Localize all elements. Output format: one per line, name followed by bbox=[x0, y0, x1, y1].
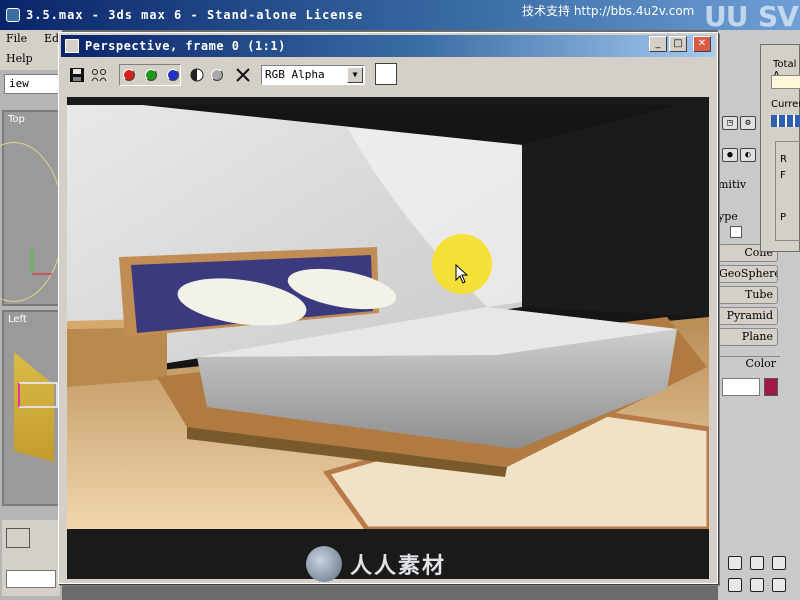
shapes-icon[interactable]: ◐ bbox=[740, 148, 756, 162]
rendered-bedroom-image bbox=[67, 97, 709, 529]
rollout-name-color[interactable]: Color bbox=[718, 356, 780, 370]
rollout-object-type[interactable]: ype bbox=[718, 210, 738, 223]
app-icon[interactable] bbox=[6, 8, 20, 22]
render-window-title-bar[interactable]: Perspective, frame 0 (1:1) bbox=[61, 35, 715, 57]
viewport-left[interactable]: Left bbox=[2, 310, 62, 506]
f-label: F bbox=[780, 170, 786, 181]
tube-button[interactable]: Tube bbox=[718, 286, 778, 304]
menu-help[interactable]: Help bbox=[6, 52, 33, 65]
render-frame-window: Perspective, frame 0 (1:1) _ □ ✕ RGB Alp… bbox=[58, 32, 718, 584]
clear-icon[interactable] bbox=[235, 67, 251, 83]
pixel-color-swatch[interactable] bbox=[375, 63, 397, 85]
maximize-viewport-icon[interactable] bbox=[772, 578, 786, 592]
green-channel-icon[interactable] bbox=[145, 69, 157, 81]
plane-button[interactable]: Plane bbox=[718, 328, 778, 346]
close-button[interactable]: ✕ bbox=[693, 36, 711, 52]
maximize-button[interactable]: □ bbox=[669, 36, 687, 52]
pan-hand-icon[interactable] bbox=[728, 578, 742, 592]
render-toolbar: RGB Alpha ▼ bbox=[61, 59, 715, 89]
monochrome-icon[interactable] bbox=[189, 67, 205, 83]
zoom-region-icon[interactable] bbox=[728, 556, 742, 570]
menu-edit[interactable]: Ed bbox=[44, 32, 59, 45]
render-params-group: R F P bbox=[775, 141, 800, 241]
minimize-button[interactable]: _ bbox=[649, 36, 667, 52]
time-config-icon[interactable] bbox=[6, 528, 30, 548]
zoom-all-icon[interactable] bbox=[772, 556, 786, 570]
channel-select-value: RGB Alpha bbox=[265, 68, 325, 81]
save-icon[interactable] bbox=[69, 67, 85, 83]
left-bottom-panel bbox=[2, 520, 60, 596]
utilities-icon[interactable]: ⚙ bbox=[740, 116, 756, 130]
total-progress-field bbox=[771, 75, 800, 89]
svg-text:UU: UU bbox=[704, 0, 747, 30]
clone-icon[interactable] bbox=[91, 67, 107, 83]
mouse-pointer-icon bbox=[455, 264, 469, 284]
app-title: 3.5.max - 3ds max 6 - Stand-alone Licens… bbox=[26, 8, 364, 22]
blue-channel-icon[interactable] bbox=[167, 69, 179, 81]
zoom-extents-icon[interactable] bbox=[750, 556, 764, 570]
pyramid-button[interactable]: Pyramid bbox=[718, 307, 778, 325]
viewport-top-label[interactable]: Top bbox=[8, 114, 25, 125]
arc-rotate-icon[interactable] bbox=[750, 578, 764, 592]
chevron-down-icon[interactable]: ▼ bbox=[347, 67, 363, 83]
channel-select[interactable]: RGB Alpha ▼ bbox=[261, 65, 365, 85]
current-task-label: Curren bbox=[771, 99, 800, 110]
svg-text:SV: SV bbox=[758, 0, 799, 30]
support-text: 技术支持 http://bbs.4u2v.com bbox=[522, 4, 695, 18]
viewport-left-label[interactable]: Left bbox=[8, 314, 27, 325]
render-canvas[interactable] bbox=[67, 97, 709, 579]
geosphere-button[interactable]: GeoSphere bbox=[718, 265, 778, 283]
red-channel-icon[interactable] bbox=[123, 69, 135, 81]
render-progress-panel: Total A Curren R F P bbox=[760, 44, 800, 252]
display-icon[interactable]: ◳ bbox=[722, 116, 738, 130]
r-label: R bbox=[780, 154, 787, 165]
view-dropdown[interactable]: iew bbox=[4, 74, 60, 94]
object-color-swatch[interactable] bbox=[764, 378, 778, 396]
brand-logo-icon: UU SV bbox=[704, 0, 800, 33]
rollout-primitives[interactable]: mitiv bbox=[718, 178, 746, 191]
watermark-logo-icon bbox=[306, 546, 342, 582]
viewport-bed-wireframe bbox=[18, 382, 58, 408]
app-title-bar: 3.5.max - 3ds max 6 - Stand-alone Licens… bbox=[0, 0, 800, 30]
geometry-icon[interactable]: ● bbox=[722, 148, 738, 162]
watermark-text: 人人素材 bbox=[350, 554, 447, 579]
menu-file[interactable]: File bbox=[6, 32, 27, 45]
menu-bar: File Ed Help bbox=[0, 30, 62, 70]
viewport-top[interactable]: Top bbox=[0, 110, 64, 306]
alpha-channel-icon[interactable] bbox=[211, 69, 223, 81]
render-window-icon[interactable] bbox=[65, 39, 79, 53]
axis-gizmo-icon bbox=[31, 248, 52, 275]
brand-logo: UU SV bbox=[700, 0, 800, 33]
render-window-title: Perspective, frame 0 (1:1) bbox=[85, 39, 286, 53]
current-progress-bar bbox=[771, 115, 800, 127]
p-label: P bbox=[780, 212, 787, 223]
object-name-field[interactable] bbox=[722, 378, 760, 396]
watermark: 人人素材 bbox=[306, 546, 446, 582]
status-field[interactable] bbox=[6, 570, 56, 588]
autogrid-checkbox[interactable] bbox=[730, 226, 742, 238]
